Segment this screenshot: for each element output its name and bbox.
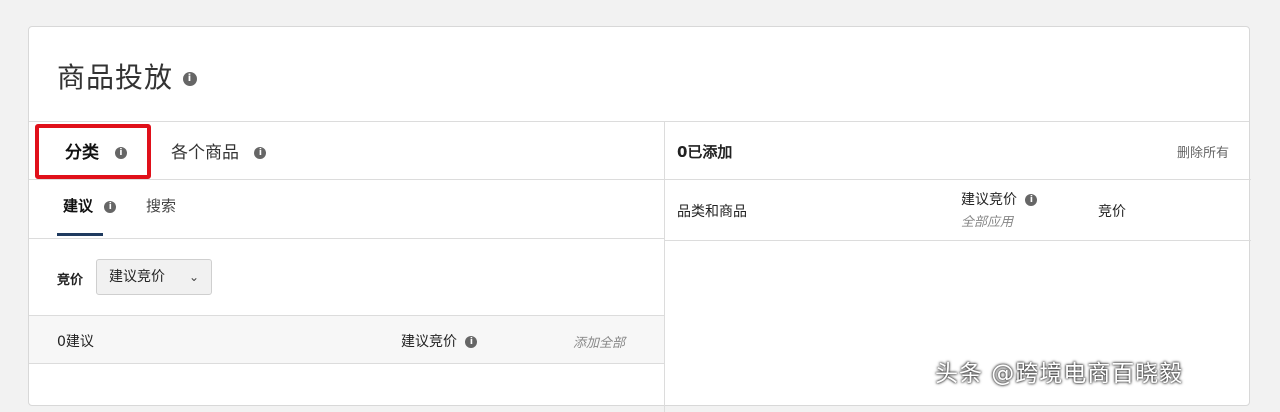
suggested-bid-header: 建议竞价 i 全部应用 [961,189,1038,230]
added-header-row: 0已添加 删除所有 [665,122,1251,180]
suggested-bid-header-label: 建议竞价 [961,192,1017,208]
suggested-bid-column-label: 建议竞价 [401,334,457,350]
tab-category-label: 分类 [65,143,99,163]
add-all-link[interactable]: 添加全部 [573,332,625,351]
chevron-down-icon: ⌄ [188,270,199,284]
tab-individual-products-label: 各个商品 [171,143,239,163]
suggested-bid-column: 建议竞价 i [401,331,478,351]
info-icon[interactable]: i [1025,194,1038,206]
info-icon[interactable]: i [254,147,267,159]
suggestions-count: 0建议 [57,334,94,350]
subtab-bar: 建议 i 搜索 [29,180,664,239]
subtab-suggested[interactable]: 建议 i [63,195,117,216]
category-products-column: 品类和商品 [677,204,747,220]
bid-row: 竞价 建议竞价 ⌄ [29,239,664,316]
active-subtab-underline [57,233,103,236]
bid-column: 竞价 [1098,204,1126,220]
subtab-search[interactable]: 搜索 [146,195,176,216]
tab-individual-products[interactable]: 各个商品 i [171,138,267,163]
card-header: 商品投放 i [29,27,1249,122]
added-columns-row: 品类和商品 建议竞价 i 全部应用 竞价 [665,180,1251,241]
suggestions-header-row: 0建议 建议竞价 i 添加全部 [29,316,664,364]
info-icon[interactable]: i [182,72,197,86]
left-panel: 分类 i 各个商品 i 建议 i 搜索 竞价 建议竞价 ⌄ 0建议 建议竞价 i… [29,122,665,412]
apply-all-link[interactable]: 全部应用 [961,211,1037,230]
info-icon[interactable]: i [114,147,127,159]
tab-bar: 分类 i 各个商品 i [29,122,664,180]
info-icon[interactable]: i [465,336,478,348]
remove-all-link[interactable]: 删除所有 [1177,142,1229,161]
page-title: 商品投放 i [57,56,197,96]
subtab-suggested-label: 建议 [63,197,94,215]
info-icon[interactable]: i [104,200,117,213]
page-title-text: 商品投放 [57,61,174,94]
added-count: 0已添加 [677,143,733,161]
bid-select[interactable]: 建议竞价 ⌄ [96,259,212,295]
product-targeting-card: 商品投放 i 分类 i 各个商品 i 建议 i 搜索 竞价 建议竞价 ⌄ 0建议… [28,26,1251,412]
subtab-search-label: 搜索 [146,197,177,215]
bid-label: 竞价 [57,273,84,288]
tab-category[interactable]: 分类 i [65,138,127,163]
watermark-text: 头条 @跨境电商百晓毅 [935,361,1184,387]
bid-select-value: 建议竞价 [109,269,165,285]
